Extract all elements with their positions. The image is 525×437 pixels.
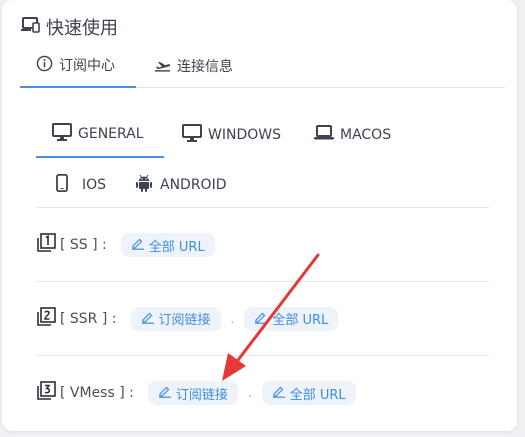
row-vmess: [ VMess ] : 订阅链接 . 全部 URL — [36, 356, 489, 430]
main-tabs: 订阅中心 连接信息 — [20, 44, 505, 88]
button-label: 订阅链接 — [175, 387, 228, 403]
edit-icon — [254, 310, 268, 328]
subscribe-link-button[interactable]: 订阅链接 — [147, 381, 238, 405]
phone-icon — [52, 173, 72, 196]
row-ssr: [ SSR ] : 订阅链接 . 全部 URL — [36, 282, 489, 356]
tab-android[interactable]: ANDROID — [134, 162, 227, 208]
number-2-icon — [36, 306, 60, 331]
separator: . — [247, 386, 252, 400]
card-title: 快速使用 — [46, 18, 118, 39]
protocol-label: [ SS ] : — [60, 237, 107, 253]
tab-label: ANDROID — [160, 177, 227, 193]
tab-label: MACOS — [340, 127, 392, 143]
all-url-button[interactable]: 全部 URL — [261, 381, 356, 405]
button-label: 全部 URL — [289, 387, 346, 403]
tab-label: 订阅中心 — [59, 58, 115, 74]
devices-icon — [20, 16, 40, 39]
info-circle-icon — [36, 55, 53, 76]
button-label: 订阅链接 — [158, 313, 211, 328]
all-url-button[interactable]: 全部 URL — [244, 306, 339, 331]
all-url-button[interactable]: 全部 URL — [120, 233, 215, 257]
quick-use-card: 快速使用 订阅中心 连接信息 GENERAL WINDOWS MACOS IOS… — [2, 0, 517, 431]
row-ss: [ SS ] : 全部 URL — [36, 218, 489, 282]
edit-icon — [141, 310, 155, 328]
protocol-label: [ SSR ] : — [60, 310, 117, 327]
protocol-label: [ VMess ] : — [60, 385, 134, 401]
android-icon — [134, 174, 154, 196]
tab-label: WINDOWS — [208, 127, 281, 143]
tab-label: IOS — [82, 177, 107, 193]
button-label: 全部 URL — [272, 313, 329, 328]
edit-icon — [272, 384, 286, 402]
edit-icon — [158, 384, 172, 402]
tab-connection-info[interactable]: 连接信息 — [154, 44, 233, 88]
card-header: 快速使用 — [20, 14, 118, 40]
tab-ios[interactable]: IOS — [52, 162, 106, 208]
button-label: 全部 URL — [148, 239, 205, 255]
tab-label: GENERAL — [78, 126, 144, 142]
monitor-icon — [52, 123, 72, 145]
laptop-icon — [314, 124, 334, 146]
tab-windows[interactable]: WINDOWS — [182, 112, 281, 158]
tab-label: 连接信息 — [177, 59, 233, 75]
tab-general[interactable]: GENERAL — [36, 112, 164, 158]
plane-takeoff-icon — [154, 56, 171, 77]
tab-subscription-center[interactable]: 订阅中心 — [20, 44, 136, 88]
tab-macos[interactable]: MACOS — [314, 112, 391, 158]
subscribe-link-button[interactable]: 订阅链接 — [130, 306, 221, 331]
edit-icon — [131, 236, 145, 254]
platform-tabs: GENERAL WINDOWS MACOS IOS ANDROID — [36, 112, 489, 208]
number-3-icon — [36, 381, 60, 405]
monitor-icon — [182, 124, 202, 146]
number-1-icon — [36, 233, 60, 257]
separator: . — [230, 311, 235, 326]
